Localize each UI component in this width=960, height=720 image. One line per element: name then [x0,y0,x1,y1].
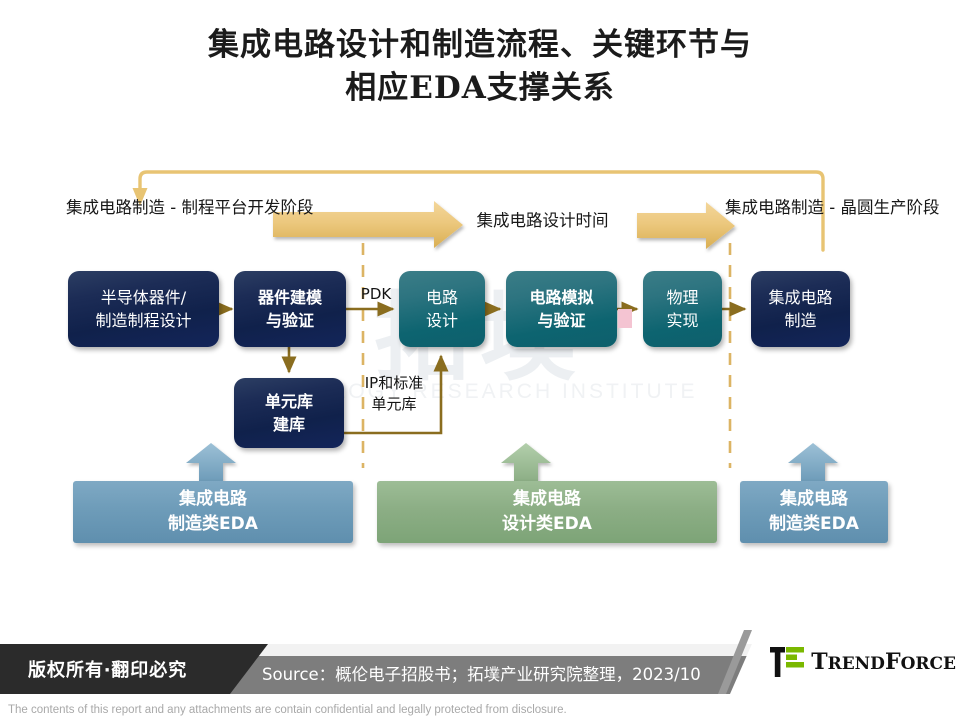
node-semiconductor-device-design[interactable]: 半导体器件/ 制造制程设计 [68,271,219,347]
page-title-line-2: 相应EDA支撑关系 [345,70,615,106]
trendforce-logo[interactable]: TRENDFORCE [770,644,956,680]
phase-label-process-platform: 集成电路制造 - 制程平台开发阶段 [66,198,314,217]
eda-banner-manufacturing-right[interactable]: 集成电路 制造类EDA [740,481,888,543]
page-title: 集成电路设计和制造流程、关键环节与 相应EDA支撑关系 [80,24,880,110]
trendforce-wordmark: TRENDFORCE [811,649,956,675]
node-circuit-simulation-verification[interactable]: 电路模拟 与验证 [506,271,617,347]
trendforce-mark-icon [770,647,805,677]
connector-label-ip-standard-cell: IP和标准 单元库 [364,374,424,413]
node-physical-implementation[interactable]: 物理 实现 [643,271,722,347]
source-text: Source：概伦电子招股书；拓墣产业研究院整理，2023/10 [262,665,701,684]
node-cell-library-build[interactable]: 单元库 建库 [234,378,344,448]
phase-label-design-time: 集成电路设计时间 [476,211,609,230]
eda-arrow-design [501,443,551,481]
footer: 版权所有‧翻印必究 Source：概伦电子招股书；拓墣产业研究院整理，2023/… [0,630,960,720]
connector-label-pdk: PDK [360,285,392,303]
eda-banner-manufacturing-left[interactable]: 集成电路 制造类EDA [73,481,353,543]
eda-banner-design[interactable]: 集成电路 设计类EDA [377,481,717,543]
slide-root: 拓墣 TOPOLOGY RESEARCH INSTITUTE 集成电路设计和制造… [0,0,960,720]
phase-label-wafer-production: 集成电路制造 - 晶圆生产阶段 [725,198,940,217]
node-ic-manufacturing[interactable]: 集成电路 制造 [751,271,850,347]
copyright-text: 版权所有‧翻印必究 [28,660,188,681]
copyright-tab: 版权所有‧翻印必究 [0,644,268,694]
node-circuit-design[interactable]: 电路 设计 [399,271,485,347]
page-title-line-1: 集成电路设计和制造流程、关键环节与 [208,27,752,63]
disclaimer-text: The contents of this report and any atta… [8,704,567,716]
phase-arrow-right [637,202,735,249]
pink-marker-artifact [618,309,632,328]
node-device-modeling-verification[interactable]: 器件建模 与验证 [234,271,346,347]
eda-arrow-manufacturing-right [788,443,838,481]
eda-arrow-manufacturing-left [186,443,236,481]
